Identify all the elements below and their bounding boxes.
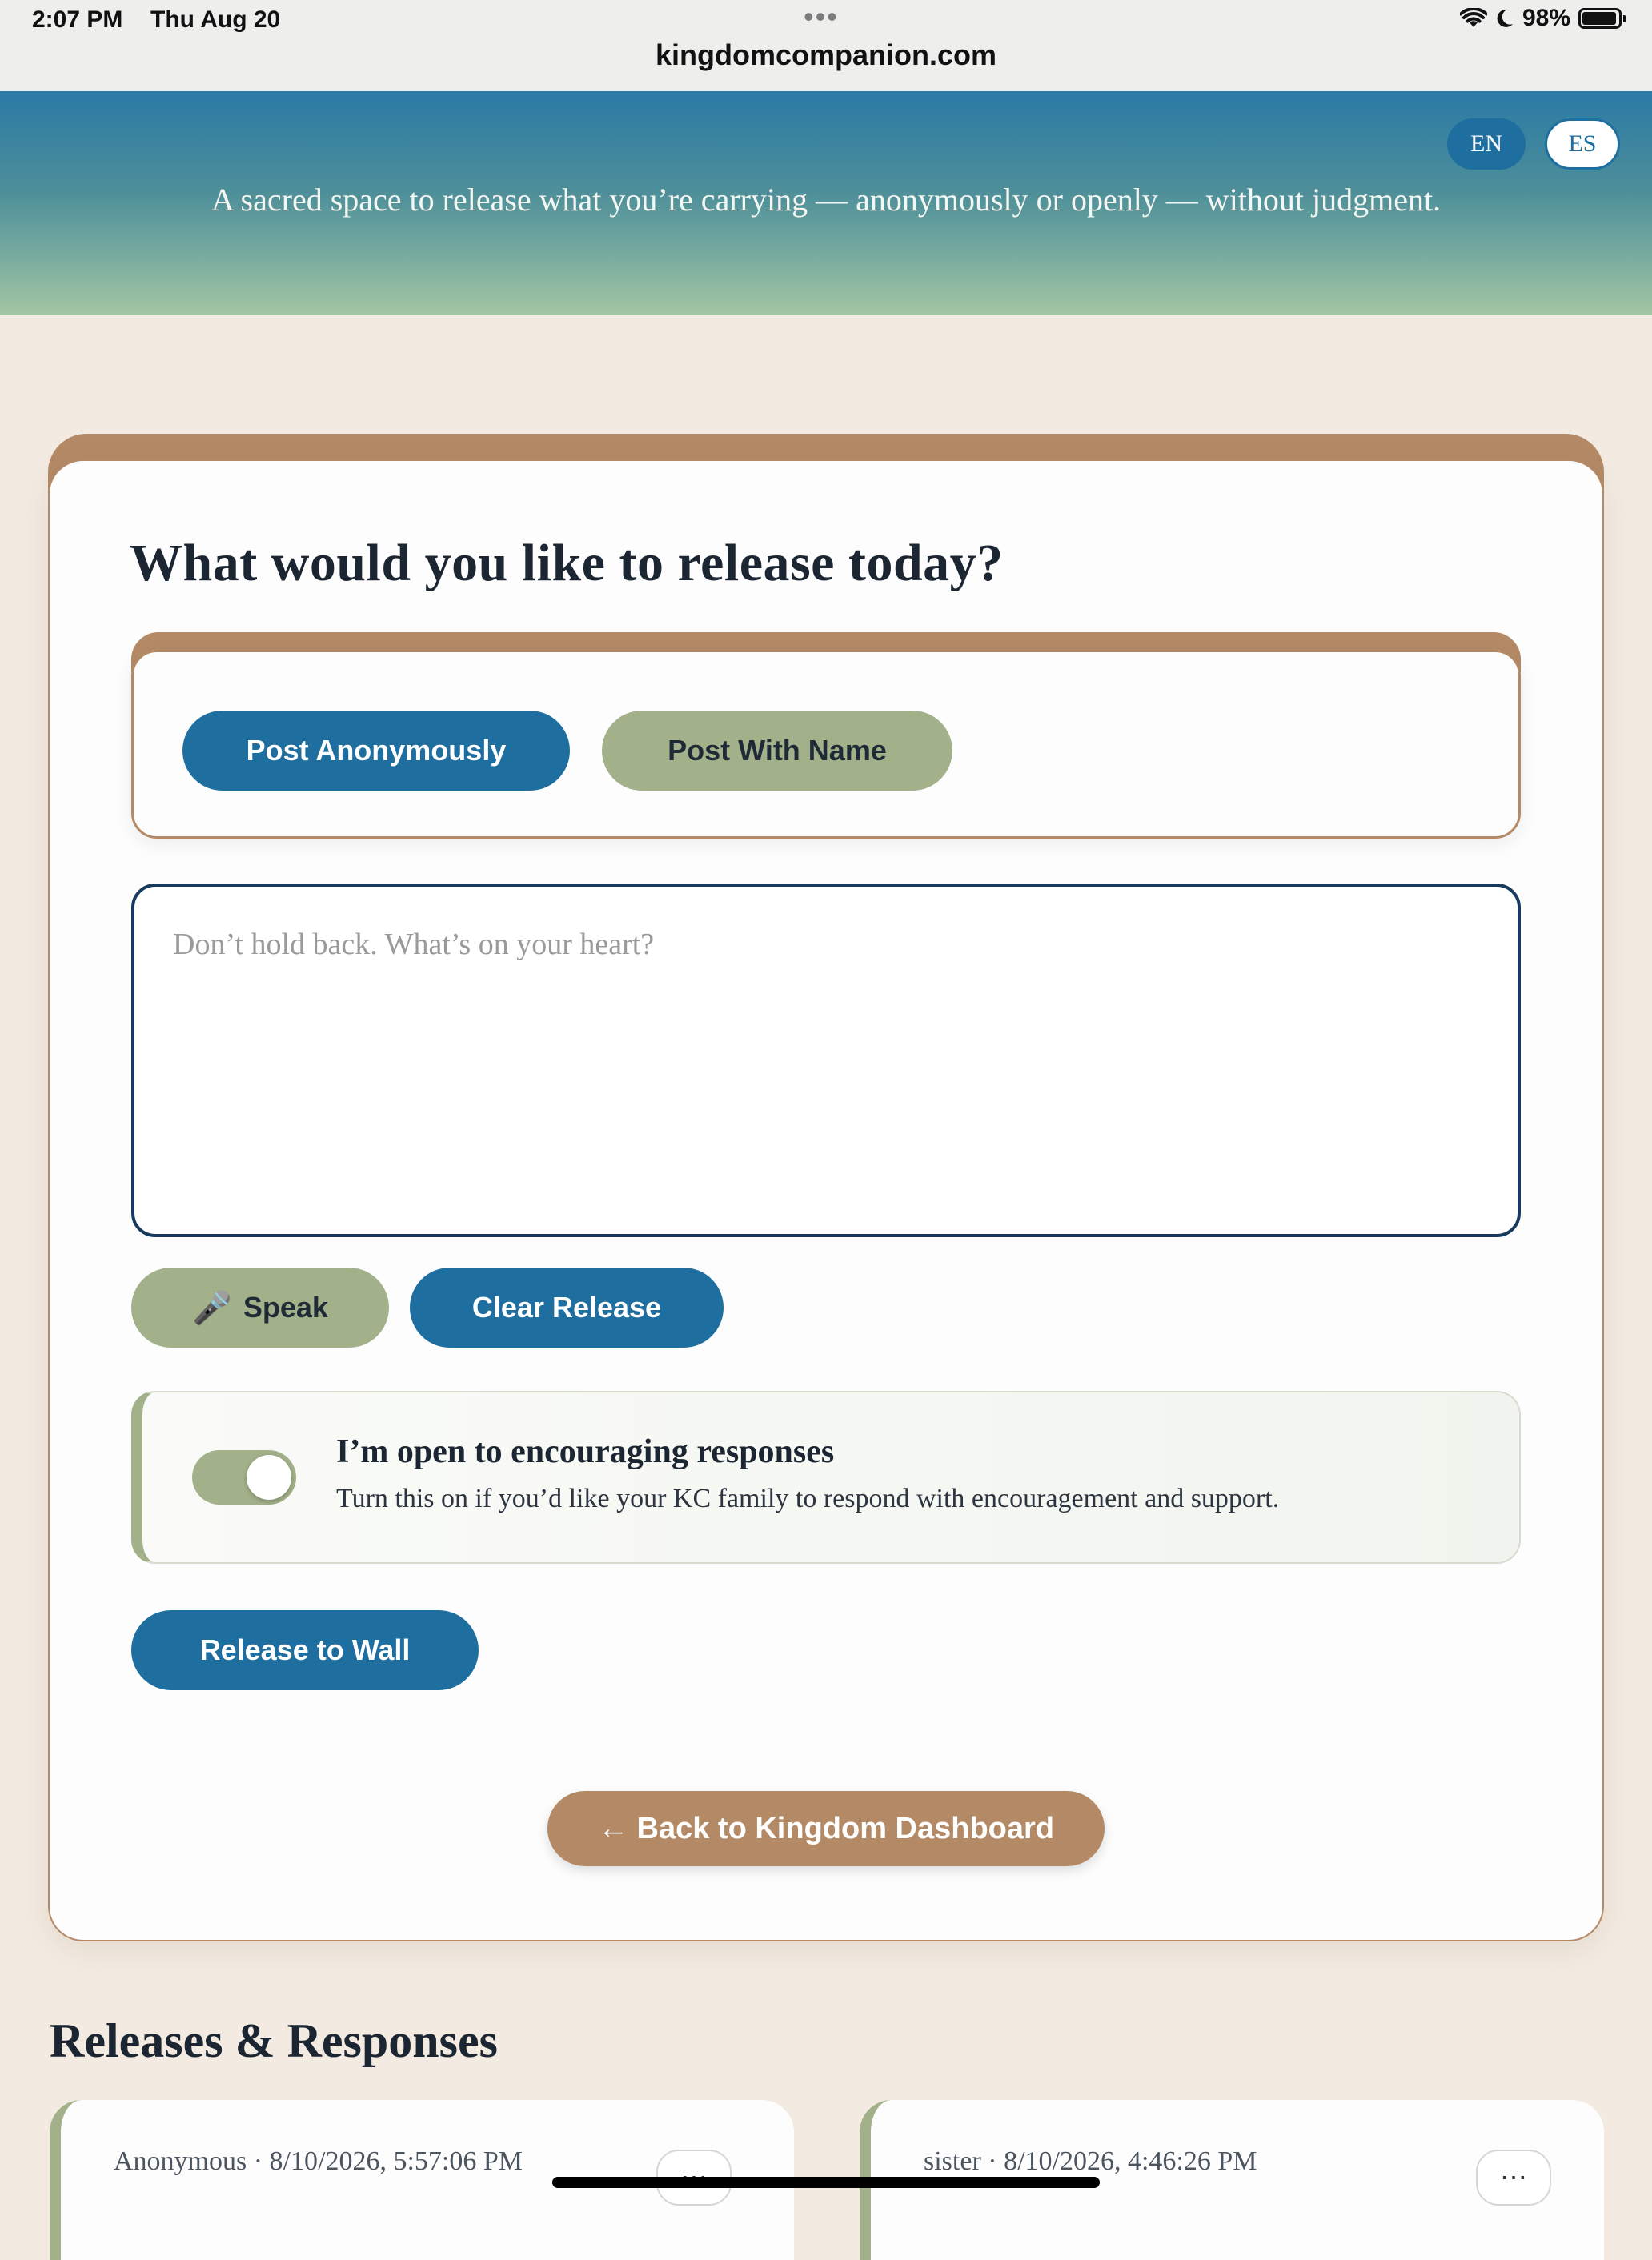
- status-date: Thu Aug 20: [150, 6, 281, 33]
- post-with-name-button[interactable]: Post With Name: [602, 711, 952, 791]
- speak-button[interactable]: 🎤 Speak: [131, 1268, 389, 1348]
- wifi-icon: [1459, 8, 1487, 27]
- moon-icon: [1497, 9, 1513, 27]
- language-es-button[interactable]: ES: [1545, 118, 1620, 170]
- release-textarea[interactable]: [131, 884, 1521, 1237]
- toggle-knob[interactable]: [247, 1455, 291, 1500]
- speak-label: Speak: [243, 1291, 328, 1324]
- address-bar-url[interactable]: kingdomcompanion.com: [0, 38, 1652, 72]
- toggle-title: I’m open to encouraging responses: [336, 1433, 835, 1470]
- battery-icon: [1578, 8, 1626, 29]
- encouragement-toggle-panel: [131, 1391, 1521, 1564]
- release-post-meta: sister · 8/10/2026, 4:46:26 PM: [924, 2146, 1257, 2176]
- hero-banner: EN ES A sacred space to release what you…: [0, 91, 1652, 315]
- battery-percent: 98%: [1522, 5, 1570, 31]
- status-indicators: 98%: [1459, 5, 1626, 32]
- browser-more-icon[interactable]: •••: [804, 0, 839, 34]
- microphone-icon: 🎤: [192, 1290, 232, 1326]
- post-anonymously-button[interactable]: Post Anonymously: [182, 711, 570, 791]
- home-indicator[interactable]: [552, 2177, 1100, 2188]
- back-to-dashboard-button[interactable]: ← Back to Kingdom Dashboard: [547, 1791, 1105, 1866]
- post-menu-button[interactable]: ⋯: [1476, 2150, 1551, 2206]
- release-post-meta: Anonymous · 8/10/2026, 5:57:06 PM: [114, 2146, 523, 2176]
- releases-heading: Releases & Responses: [50, 2014, 498, 2067]
- status-bar: 2:07 PM Thu Aug 20 ••• kingdomcompanion.…: [0, 0, 1652, 91]
- hero-subtitle: A sacred space to release what you’re ca…: [211, 182, 1441, 218]
- release-to-wall-button[interactable]: Release to Wall: [131, 1610, 479, 1690]
- toggle-description: Turn this on if you’d like your KC famil…: [336, 1484, 1280, 1513]
- status-time: 2:07 PM: [32, 6, 123, 33]
- language-en-button[interactable]: EN: [1447, 118, 1526, 170]
- clear-release-button[interactable]: Clear Release: [410, 1268, 724, 1348]
- release-card-title: What would you like to release today?: [130, 534, 1004, 592]
